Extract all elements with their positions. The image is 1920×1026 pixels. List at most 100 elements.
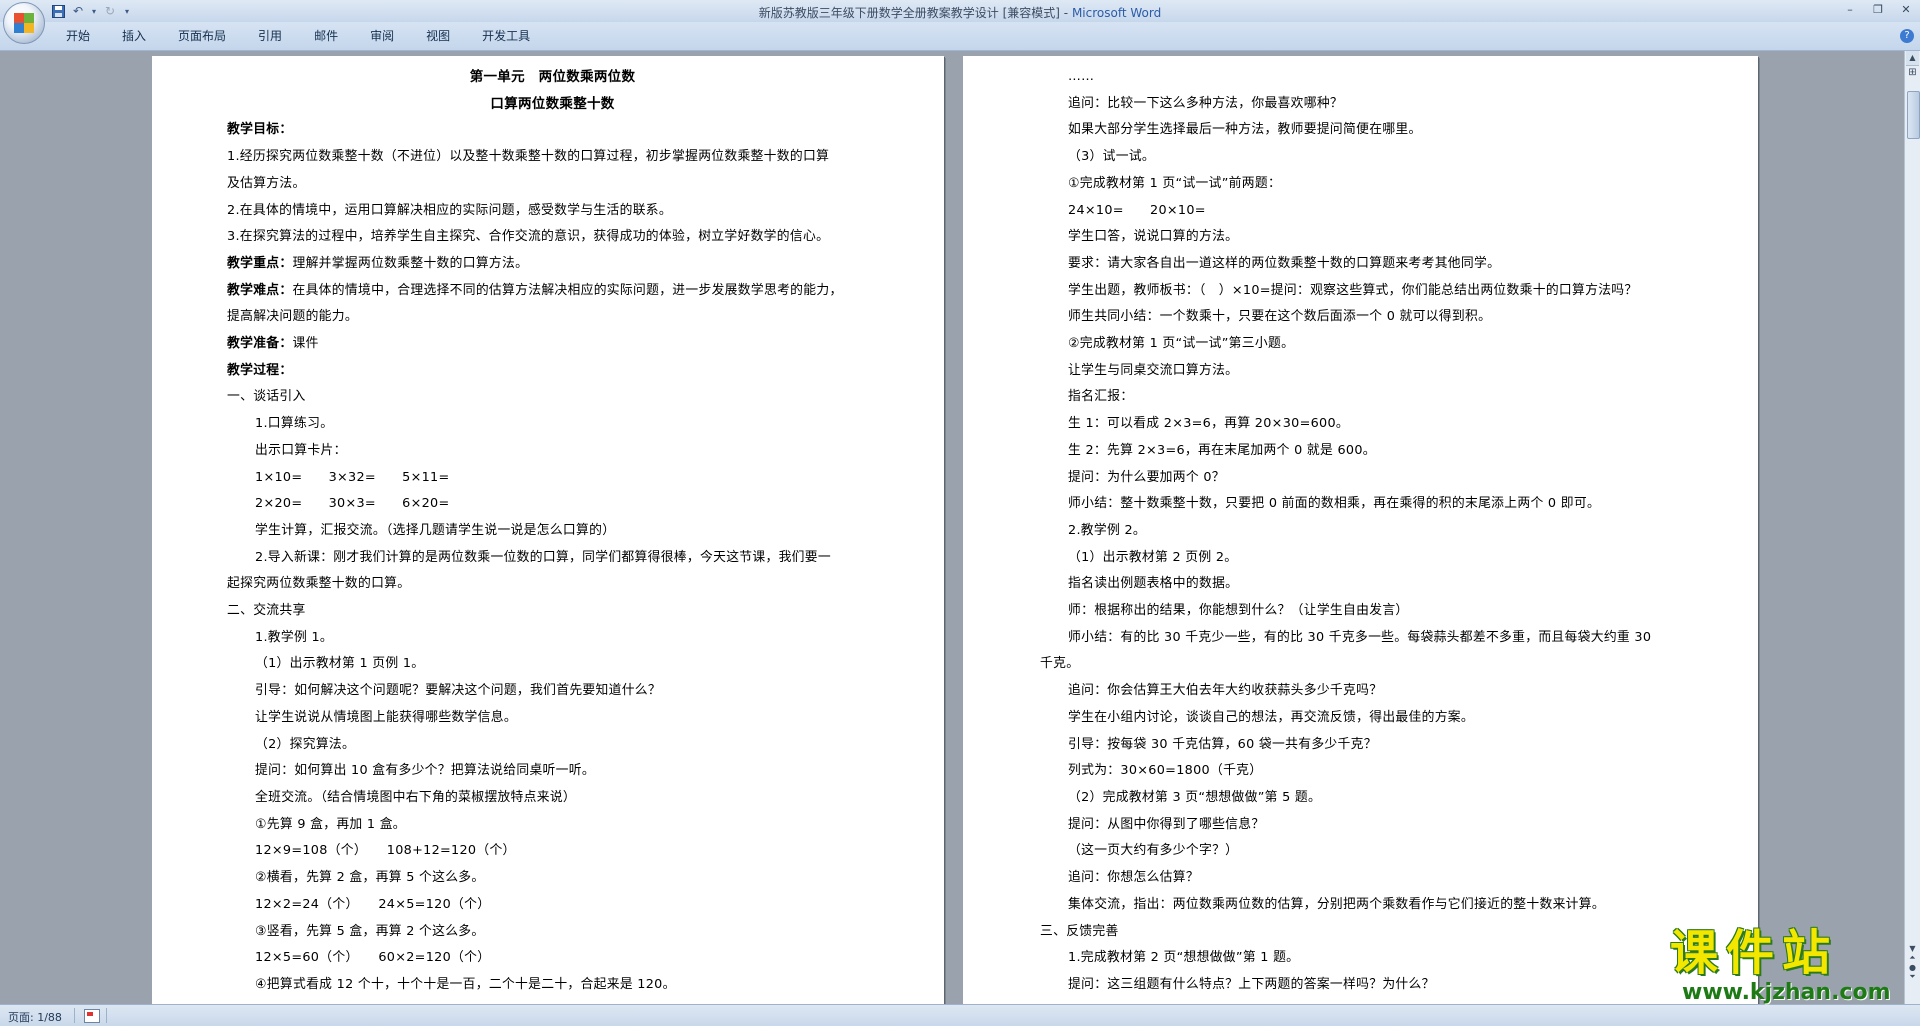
tab-page-layout[interactable]: 页面布局 <box>162 28 242 44</box>
paragraph: 学生口答，说说口算的方法。 <box>1068 229 1239 245</box>
paragraph: 师小结：整十数乘整十数，只要把 0 前面的数相乘，再在乘得的积的末尾添上两个 0… <box>1068 496 1601 512</box>
tab-view[interactable]: 视图 <box>410 28 466 44</box>
office-button[interactable] <box>3 2 45 44</box>
status-bar: 页面: 1/88 <box>0 1004 1920 1026</box>
status-divider <box>106 1008 107 1023</box>
paragraph: （这一页大约有多少个字？） <box>1068 843 1239 859</box>
ribbon-tabs: 开始 插入 页面布局 引用 邮件 审阅 视图 开发工具 <box>50 28 546 44</box>
paragraph: ②横看，先算 2 盒，再算 5 个这么多。 <box>255 870 485 886</box>
paragraph: 集体交流，指出：两位数乘两位数的估算，分别把两个乘数看作与它们接近的整十数来计算… <box>1068 896 1605 912</box>
window-title: 新版苏教版三年级下册数学全册教案教学设计 [兼容模式] - Microsoft … <box>0 4 1920 21</box>
paragraph: 3.在探究算法的过程中，培养学生自主探究、合作交流的意识，获得成功的体验，树立学… <box>227 229 830 245</box>
tab-developer[interactable]: 开发工具 <box>466 28 546 44</box>
paragraph: 1.教学例 1。 <box>255 629 334 645</box>
paragraph: 让学生与同桌交流口算方法。 <box>1068 362 1239 378</box>
title-separator: - <box>1059 6 1072 20</box>
app-name: Microsoft Word <box>1071 6 1162 20</box>
proofing-icon[interactable] <box>84 1009 100 1023</box>
tab-references[interactable]: 引用 <box>242 28 298 44</box>
paragraph: 引导：按每袋 30 千克估算，60 袋一共有多少千克？ <box>1068 736 1377 752</box>
close-button[interactable]: ✕ <box>1892 0 1920 18</box>
paragraph: 生 1：可以看成 2×3=6，再算 20×30=600。 <box>1068 416 1350 432</box>
paragraph: 师小结：有的比 30 千克少一些，有的比 30 千克多一些。每袋蒜头都差不多重，… <box>1068 629 1652 645</box>
scrollbar-thumb[interactable] <box>1907 91 1920 139</box>
paragraph: …… <box>1068 69 1095 84</box>
ruler-toggle-icon[interactable]: ⊞ <box>1906 67 1919 85</box>
office-logo-icon <box>14 13 34 33</box>
minimize-button[interactable]: – <box>1836 0 1864 18</box>
paragraph: （3）试一试。 <box>1068 149 1156 165</box>
next-page-icon[interactable]: ⏷ <box>1909 972 1915 982</box>
paragraph: ②完成教材第 1 页“试一试”第三小题。 <box>1068 336 1295 352</box>
paragraph: 提问：为什么要加两个 0？ <box>1068 469 1225 485</box>
paragraph: ①先算 9 盒，再加 1 盒。 <box>255 816 406 832</box>
section-heading: 教学过程： <box>227 362 293 378</box>
page-content: …… 追问：比较一下这么多种方法，你最喜欢哪种？ 如果大部分学生选择最后一种方法… <box>1040 64 1690 999</box>
paragraph: 提问：如何算出 10 盒有多少个？把算法说给同桌听一听。 <box>255 763 595 779</box>
paragraph: 师：根据称出的结果，你能想到什么？（让学生自由发言） <box>1068 603 1409 619</box>
restore-button[interactable]: ❐ <box>1864 0 1892 18</box>
watermark-logo: 课件站 www.kjzhan.com <box>1670 925 1902 1005</box>
document-page-right[interactable]: …… 追问：比较一下这么多种方法，你最喜欢哪种？ 如果大部分学生选择最后一种方法… <box>963 56 1758 1004</box>
document-page-left[interactable]: 第一单元 两位数乘两位数 口算两位数乘整十数 教学目标： 1.经历探究两位数乘整… <box>152 56 944 1004</box>
paragraph: 12×5=60（个） 60×2=120（个） <box>255 950 491 966</box>
section-heading: 教学难点： <box>227 282 293 298</box>
paragraph: 课件 <box>292 336 319 352</box>
scroll-nav: ▼ ⏶ ● ⏷ <box>1906 944 1919 1004</box>
paragraph: 提问：从图中你得到了哪些信息？ <box>1068 816 1265 832</box>
tab-mailings[interactable]: 邮件 <box>298 28 354 44</box>
paragraph: 2.在具体的情境中，运用口算解决相应的实际问题，感受数学与生活的联系。 <box>227 202 673 218</box>
tab-review[interactable]: 审阅 <box>354 28 410 44</box>
paragraph: 师生共同小结：一个数乘十，只要在这个数后面添一个 0 就可以得到积。 <box>1068 309 1492 325</box>
paragraph: 要求：请大家各自出一道这样的两位数乘整十数的口算题来考考其他同学。 <box>1068 255 1501 271</box>
paragraph: 及估算方法。 <box>227 175 306 191</box>
paragraph: （2）探究算法。 <box>255 736 356 752</box>
tab-home[interactable]: 开始 <box>50 28 106 44</box>
title-bar: ↶ ▾ ↻ ▾ 新版苏教版三年级下册数学全册教案教学设计 [兼容模式] - Mi… <box>0 0 1920 23</box>
paragraph: 12×2=24（个） 24×5=120（个） <box>255 896 491 912</box>
paragraph: （2）完成教材第 3 页“想想做做”第 5 题。 <box>1068 789 1322 805</box>
paragraph: 二、交流共享 <box>227 603 306 619</box>
paragraph: 列式为：30×60=1800（千克） <box>1068 763 1263 779</box>
browse-object-icon[interactable]: ● <box>1909 963 1916 972</box>
paragraph: （1）出示教材第 2 页例 2。 <box>1068 549 1238 565</box>
scroll-up-icon[interactable]: ▲ <box>1906 51 1919 66</box>
paragraph: 如果大部分学生选择最后一种方法，教师要提问简便在哪里。 <box>1068 122 1422 138</box>
previous-page-icon[interactable]: ⏶ <box>1909 953 1915 963</box>
section-heading: 教学准备： <box>227 336 293 352</box>
paragraph: 学生计算，汇报交流。（选择几题请学生说一说是怎么口算的） <box>255 522 616 538</box>
paragraph: 出示口算卡片： <box>255 442 347 458</box>
document-name: 新版苏教版三年级下册数学全册教案教学设计 [兼容模式] <box>758 6 1060 20</box>
tab-insert[interactable]: 插入 <box>106 28 162 44</box>
paragraph: ④把算式看成 12 个十，十个十是一百，二个十是二十，合起来是 120。 <box>255 976 676 992</box>
paragraph: 追问：比较一下这么多种方法，你最喜欢哪种？ <box>1068 95 1344 111</box>
paragraph: 千克。 <box>1040 656 1080 672</box>
paragraph: 生 2：先算 2×3=6，再在末尾加两个 0 就是 600。 <box>1068 442 1376 458</box>
section-heading: 教学重点： <box>227 255 293 271</box>
paragraph: ③竖看，先算 5 盒，再算 2 个这么多。 <box>255 923 485 939</box>
page-count[interactable]: 页面: 1/88 <box>8 1009 62 1025</box>
paragraph: 在具体的情境中，合理选择不同的估算方法解决相应的实际问题，进一步发展数学思考的能… <box>292 282 843 298</box>
paragraph: 追问：你会估算王大伯去年大约收获蒜头多少千克吗？ <box>1068 683 1383 699</box>
paragraph: 让学生说说从情境图上能获得哪些数学信息。 <box>255 709 517 725</box>
paragraph: 提问：这三组题有什么特点？上下两题的答案一样吗？为什么？ <box>1068 976 1435 992</box>
document-workspace: 第一单元 两位数乘两位数 口算两位数乘整十数 教学目标： 1.经历探究两位数乘整… <box>0 51 1905 1004</box>
help-icon[interactable]: ? <box>1900 29 1914 43</box>
window-controls: – ❐ ✕ <box>1836 0 1920 18</box>
paragraph: 2×20= 30×3= 6×20= <box>255 496 450 512</box>
paragraph: 提高解决问题的能力。 <box>227 309 358 325</box>
paragraph: 2.导入新课：刚才我们计算的是两位数乘一位数的口算，同学们都算得很棒，今天这节课… <box>255 549 831 565</box>
paragraph: 追问：你想怎么估算？ <box>1068 870 1199 886</box>
vertical-scrollbar[interactable]: ▲ ⊞ ▼ ⏶ ● ⏷ <box>1904 51 1920 1004</box>
paragraph: 三、反馈完善 <box>1040 923 1119 939</box>
paragraph: 理解并掌握两位数乘整十数的口算方法。 <box>292 255 529 271</box>
paragraph: 1.口算练习。 <box>255 416 334 432</box>
paragraph: 指名汇报： <box>1068 389 1134 405</box>
section-heading: 教学目标： <box>227 122 293 138</box>
status-divider <box>74 1008 75 1023</box>
paragraph: 引导：如何解决这个问题呢？要解决这个问题，我们首先要知道什么？ <box>255 683 662 699</box>
paragraph: 1×10= 3×32= 5×11= <box>255 469 450 485</box>
scroll-down-icon[interactable]: ▼ <box>1909 944 1915 953</box>
paragraph: 24×10= 20×10= <box>1068 202 1206 218</box>
paragraph: 指名读出例题表格中的数据。 <box>1068 576 1239 592</box>
